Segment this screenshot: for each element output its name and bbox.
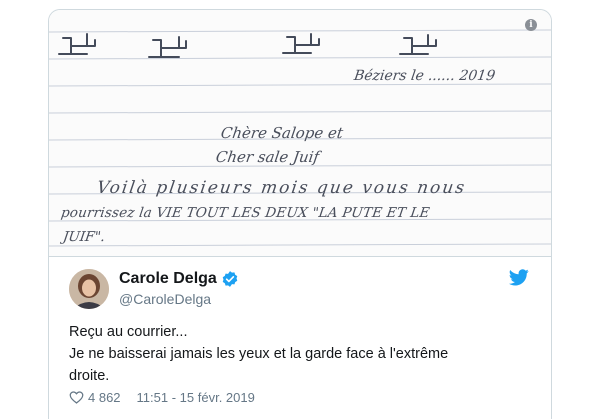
- tweet-footer: 4 862 11:51 - 15 févr. 2019: [69, 387, 255, 407]
- letter-date-line: Béziers le ...... 2019: [352, 68, 497, 84]
- verified-badge-icon: [222, 271, 238, 287]
- letter-salutation-line1: Chère Salope et: [219, 124, 345, 142]
- author-handle[interactable]: @CaroleDelga: [119, 291, 211, 307]
- tweet-media-letter-image[interactable]: Béziers le ...... 2019 Chère Salope et C…: [49, 10, 551, 257]
- tweet-card[interactable]: Béziers le ...... 2019 Chère Salope et C…: [48, 9, 552, 419]
- twitter-bird-icon[interactable]: [509, 269, 529, 286]
- like-count[interactable]: 4 862: [88, 390, 121, 405]
- letter-body-line2: pourrissez la VIE TOUT LES DEUX "LA PUTE…: [59, 205, 431, 221]
- info-icon[interactable]: i: [525, 19, 537, 31]
- letter-body-line1: Voilà plusieurs mois que vous nous: [95, 178, 468, 198]
- author-name[interactable]: Carole Delga: [119, 270, 217, 288]
- tweet-text-line: Reçu au courrier...: [69, 324, 188, 340]
- tweet-text-line: droite.: [69, 368, 110, 384]
- avatar-portrait: [69, 269, 109, 309]
- tweet-text: Reçu au courrier... Je ne baisserai jama…: [69, 321, 539, 387]
- letter-salutation-line2: Cher sale Juif: [214, 148, 321, 166]
- tweet-text-line: Je ne baisserai jamais les yeux et la ga…: [69, 346, 449, 362]
- heart-icon[interactable]: [69, 390, 84, 404]
- letter-body-line3: JUIF".: [61, 229, 107, 245]
- tweet-timestamp[interactable]: 11:51 - 15 févr. 2019: [137, 390, 255, 405]
- avatar[interactable]: [69, 269, 109, 309]
